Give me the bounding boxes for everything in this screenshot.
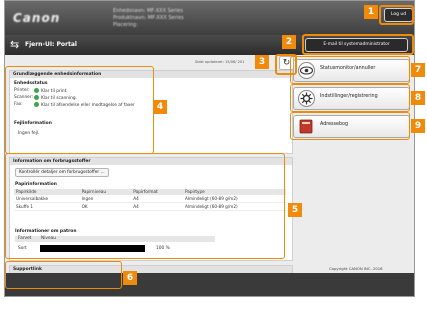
logout-button[interactable]: Log ud — [384, 8, 413, 22]
error-info-value: Ingen fejl. — [18, 131, 40, 136]
status-monitor-label: Statusmonitor/annuller — [320, 66, 376, 71]
settings-label: Indstillinger/registrering — [320, 94, 378, 99]
column-header: Niveau — [41, 236, 56, 241]
location-text: Placering: — [113, 22, 138, 28]
column-header: Farvet — [18, 236, 32, 241]
footer-bar — [5, 273, 414, 296]
portal-bar: ⇆ Fjern-UI: Portal E-mail til systemadmi… — [5, 35, 414, 55]
printer-status: Klar til print. — [34, 88, 68, 94]
callout-1: 1 — [364, 5, 378, 19]
paper-size: A4 — [131, 202, 183, 211]
browser-frame: Canon Enhedsnavn: MF-XXX Series Produktn… — [4, 0, 415, 297]
callout-8: 8 — [411, 91, 425, 105]
toner-level-track — [40, 245, 145, 252]
paper-level: Ingen — [79, 195, 132, 203]
support-title: Supportlink — [10, 266, 292, 273]
status-ok-icon — [34, 102, 39, 107]
callout-4: 4 — [153, 100, 167, 114]
status-ok-icon — [34, 95, 39, 100]
toner-level-text: 100 % — [156, 246, 170, 251]
fax-label: Fax: — [14, 102, 23, 107]
paper-type: Almindeligt (60-89 g/m2) — [182, 202, 286, 211]
consumables-title: Information om forbrugsstoffer — [10, 158, 292, 165]
scanner-status: Klar til scanning. — [34, 95, 77, 101]
error-info-heading: Fejlinformation — [14, 121, 52, 126]
address-book-icon — [298, 118, 315, 135]
status-monitor-button[interactable]: Statusmonitor/annuller — [293, 59, 410, 82]
copyright-text: Copyright CANON INC. 2016 — [329, 266, 383, 271]
table-row: Universalbakke Ingen A4 Almindeligt (60-… — [14, 195, 286, 203]
callout-2: 2 — [282, 35, 296, 49]
paper-source: Skuffe 1 — [14, 202, 80, 211]
toner-level-bar — [40, 245, 145, 252]
paper-level: OK — [79, 202, 132, 211]
email-admin-button[interactable]: E-mail til systemadministrator — [305, 38, 408, 52]
callout-6: 6 — [123, 271, 137, 285]
scanner-label: Scanner: — [14, 95, 33, 100]
status-ok-icon — [34, 88, 39, 93]
address-book-button[interactable]: Adressebog — [293, 115, 410, 138]
device-name-text: Enhedsnavn: MF-XXX Series — [113, 8, 183, 14]
settings-button[interactable]: Indstillinger/registrering — [293, 87, 410, 110]
portal-swap-icon: ⇆ — [10, 38, 20, 51]
callout-3: 3 — [255, 55, 269, 69]
consumables-details-button[interactable]: Kontrollér detaljer om forbrugsstoffer .… — [15, 168, 109, 177]
device-status-heading: Enhedsstatus — [14, 81, 48, 86]
callout-5: 5 — [288, 203, 302, 217]
callout-7: 7 — [411, 63, 425, 77]
cartridge-color: Sort — [18, 246, 27, 251]
page-title: Fjern-UI: Portal — [25, 41, 77, 48]
settings-gear-icon — [298, 90, 315, 107]
product-name-text: Produktnavn: MF-XXX Series — [113, 15, 184, 21]
cartridge-info-heading: Informationer om patron — [15, 229, 77, 234]
main-content: Sidst opdateret: 15/06/ 201 ↻ Grundlægge… — [5, 55, 414, 296]
canon-logo: Canon — [13, 11, 61, 25]
eye-icon — [298, 62, 315, 79]
last-updated-text: Sidst opdateret: 15/06/ 201 — [195, 60, 245, 64]
paper-table: Papirkilde Papirniveau Papirformat Papir… — [14, 189, 286, 211]
fax-status: Klar til afsendelse eller modtagelse af … — [34, 102, 135, 108]
device-info-panel: Grundlæggende enhedsinformation Enhedsst… — [9, 70, 293, 154]
cartridge-table-header: Farvet Niveau — [15, 236, 215, 242]
paper-source: Universalbakke — [14, 195, 80, 203]
table-row: Skuffe 1 OK A4 Almindeligt (60-89 g/m2) — [14, 202, 286, 211]
paper-info-heading: Papirinformation — [15, 182, 57, 187]
address-book-label: Adressebog — [320, 122, 349, 127]
consumables-panel: Information om forbrugsstoffer Kontrollé… — [9, 157, 293, 261]
paper-type: Almindeligt (60-89 g/m2) — [182, 195, 286, 203]
callout-9: 9 — [411, 119, 425, 133]
printer-label: Printer: — [14, 88, 30, 93]
paper-size: A4 — [131, 195, 183, 203]
top-bar: Canon Enhedsnavn: MF-XXX Series Produktn… — [5, 1, 414, 35]
refresh-icon[interactable]: ↻ — [279, 56, 294, 70]
device-info-title: Grundlæggende enhedsinformation — [10, 71, 292, 78]
